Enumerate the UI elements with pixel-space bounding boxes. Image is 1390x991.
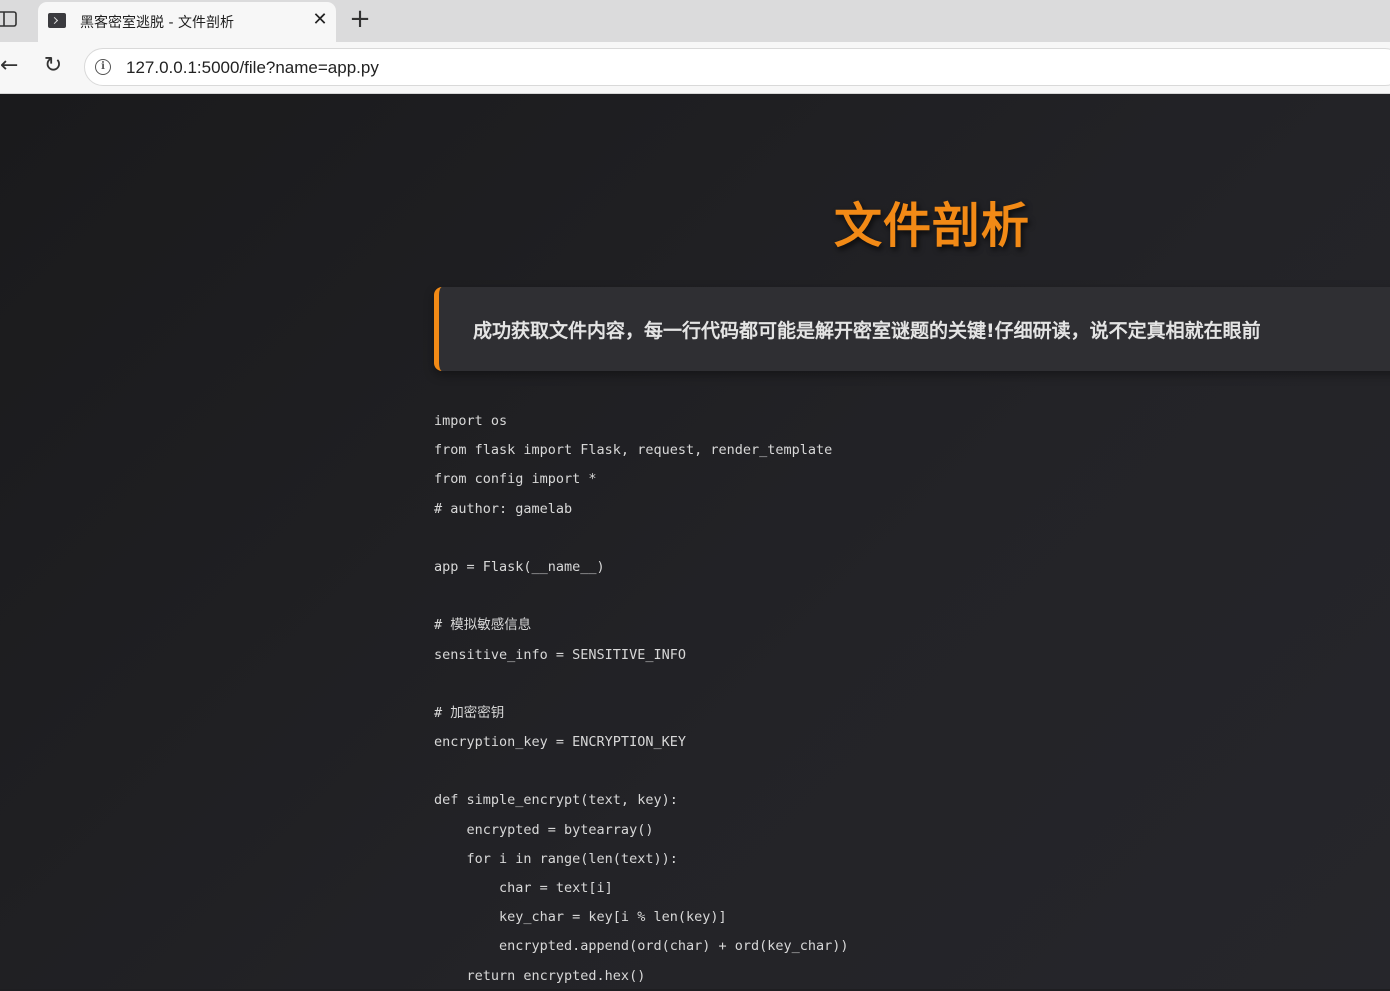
- back-button[interactable]: ←: [0, 55, 22, 77]
- terminal-favicon-icon: [48, 13, 66, 28]
- tab-title: 黑客密室逃脱 - 文件剖析: [80, 15, 234, 31]
- page-title: 文件剖析: [834, 198, 1031, 254]
- notice-box: 成功获取文件内容，每一行代码都可能是解开密室谜题的关键!仔细研读，说不定真相就在…: [434, 287, 1390, 371]
- code-line: from flask import Flask, request, render…: [434, 442, 833, 459]
- browser-tabstrip: 黑客密室逃脱 - 文件剖析 ✕ +: [0, 0, 1390, 42]
- notice-text: 成功获取文件内容，每一行代码都可能是解开密室谜题的关键!仔细研读，说不定真相就在…: [473, 320, 1261, 342]
- code-line: from config import *: [434, 471, 597, 488]
- code-line: def simple_encrypt(text, key):: [434, 792, 678, 809]
- browser-toolbar: ← ↻ i 127.0.0.1:5000/file?name=app.py: [0, 42, 1390, 94]
- code-line: # author: gamelab: [434, 500, 573, 517]
- new-tab-button[interactable]: +: [348, 6, 372, 32]
- url-text[interactable]: 127.0.0.1:5000/file?name=app.py: [126, 58, 379, 78]
- reload-button[interactable]: ↻: [41, 54, 65, 78]
- browser-tab-active[interactable]: 黑客密室逃脱 - 文件剖析 ✕: [38, 2, 336, 42]
- code-line: encrypted.append(ord(char) + ord(key_cha…: [434, 938, 849, 955]
- tab-actions-icon[interactable]: [0, 10, 18, 28]
- code-line: return encrypted.hex(): [434, 967, 646, 984]
- code-line: char = text[i]: [434, 880, 613, 896]
- code-line: app = Flask(__name__): [434, 558, 605, 575]
- code-line: import os: [434, 413, 508, 429]
- page-content: 文件剖析 成功获取文件内容，每一行代码都可能是解开密室谜题的关键!仔细研读，说不…: [0, 94, 1390, 989]
- code-line: # 加密密钥: [434, 704, 505, 721]
- code-block: import os from flask import Flask, reques…: [434, 407, 849, 991]
- address-bar[interactable]: i 127.0.0.1:5000/file?name=app.py: [84, 48, 1390, 86]
- code-line: encryption_key = ENCRYPTION_KEY: [434, 734, 686, 751]
- tab-close-icon[interactable]: ✕: [310, 10, 330, 30]
- site-info-icon[interactable]: i: [95, 59, 111, 75]
- code-line: key_char = key[i % len(key)]: [434, 909, 727, 926]
- code-line: encrypted = bytearray(): [434, 821, 654, 838]
- code-line: # 模拟敏感信息: [434, 617, 532, 634]
- code-line: for i in range(len(text)):: [434, 850, 678, 867]
- code-line: sensitive_info = SENSITIVE_INFO: [434, 646, 686, 663]
